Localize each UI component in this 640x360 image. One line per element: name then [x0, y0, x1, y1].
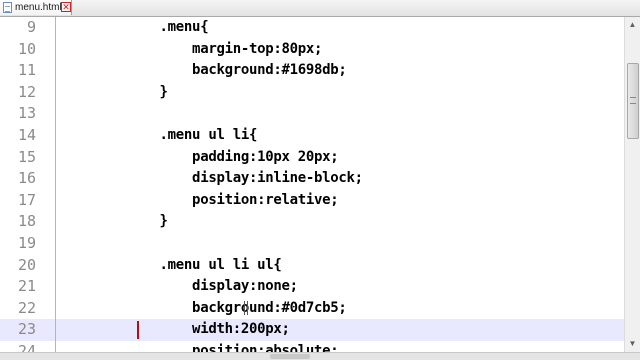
code-line[interactable]: 20 .menu ul li ul{ — [0, 255, 624, 277]
code-text[interactable]: position:absolute; — [62, 341, 339, 352]
horizontal-scrollbar[interactable] — [0, 352, 640, 360]
code-line[interactable]: 24 position:absolute; — [0, 341, 624, 352]
vertical-scrollbar[interactable]: ▲ ▼ — [624, 17, 640, 352]
line-number: 10 — [17, 39, 36, 58]
line-number: 15 — [17, 147, 36, 166]
code-editor[interactable]: 9 .menu{10 margin-top:80px; 11 background… — [0, 17, 624, 352]
gutter-separator — [55, 17, 56, 352]
tab-bar: menu.html ✕ — [0, 0, 640, 17]
line-number: 11 — [17, 61, 36, 80]
line-number: 20 — [17, 255, 36, 274]
code-line[interactable]: 15 padding:10px 20px; — [0, 147, 624, 169]
line-number: 17 — [17, 190, 36, 209]
tab-menu-html[interactable]: menu.html ✕ — [0, 0, 72, 15]
code-line[interactable]: 19 — [0, 233, 624, 255]
line-number: 24 — [17, 342, 36, 352]
code-line[interactable]: 17 position:relative; — [0, 190, 624, 212]
code-text[interactable]: background:#0d7cb5; — [62, 298, 347, 320]
code-text[interactable]: } — [62, 211, 168, 233]
code-text[interactable]: padding:10px 20px; — [62, 147, 339, 169]
code-line[interactable]: 14 .menu ul li{ — [0, 125, 624, 147]
line-number: 19 — [17, 234, 36, 252]
code-text[interactable]: display:inline-block; — [62, 168, 363, 190]
file-icon — [3, 2, 12, 13]
line-number: 14 — [17, 126, 36, 144]
scroll-up-icon[interactable]: ▲ — [625, 17, 640, 33]
code-line[interactable]: 21 display:none; — [0, 276, 624, 298]
code-text[interactable]: .menu{ — [62, 17, 209, 39]
code-text[interactable]: background:#1698db; — [62, 60, 347, 82]
code-text[interactable]: margin-top:80px; — [62, 39, 322, 61]
code-text[interactable]: position:relative; — [62, 190, 339, 212]
line-number: 23 — [17, 320, 36, 339]
code-text[interactable]: .menu ul li ul{ — [62, 255, 282, 277]
line-number: 9 — [26, 18, 36, 36]
tab-label: menu.html — [15, 2, 62, 13]
scrollbar-thumb[interactable] — [627, 63, 639, 139]
code-line[interactable]: 10 margin-top:80px; — [0, 39, 624, 61]
line-number: 22 — [17, 298, 36, 317]
code-text[interactable]: width:200px; — [62, 319, 290, 341]
line-number: 21 — [17, 277, 36, 296]
text-cursor-icon — [244, 301, 248, 315]
line-number: 18 — [17, 212, 36, 231]
line-number: 16 — [17, 169, 36, 188]
code-line[interactable]: 22 background:#0d7cb5; — [0, 298, 624, 320]
line-number: 13 — [17, 104, 36, 123]
scroll-down-icon[interactable]: ▼ — [625, 336, 640, 352]
code-line[interactable]: 12 } — [0, 82, 624, 104]
code-line[interactable]: 13 — [0, 103, 624, 125]
code-text[interactable]: } — [62, 82, 168, 104]
line-number: 12 — [17, 82, 36, 101]
horizontal-scrollbar-thumb[interactable] — [270, 354, 310, 359]
code-line[interactable]: 16 display:inline-block; — [0, 168, 624, 190]
code-line[interactable]: 11 background:#1698db; — [0, 60, 624, 82]
code-line[interactable]: 23 width:200px; — [0, 319, 624, 341]
code-line[interactable]: 9 .menu{ — [0, 17, 624, 39]
code-text[interactable]: .menu ul li{ — [62, 125, 258, 147]
close-icon[interactable]: ✕ — [61, 2, 71, 12]
code-text[interactable]: display:none; — [62, 276, 298, 298]
code-line[interactable]: 18 } — [0, 211, 624, 233]
text-caret — [137, 321, 139, 340]
